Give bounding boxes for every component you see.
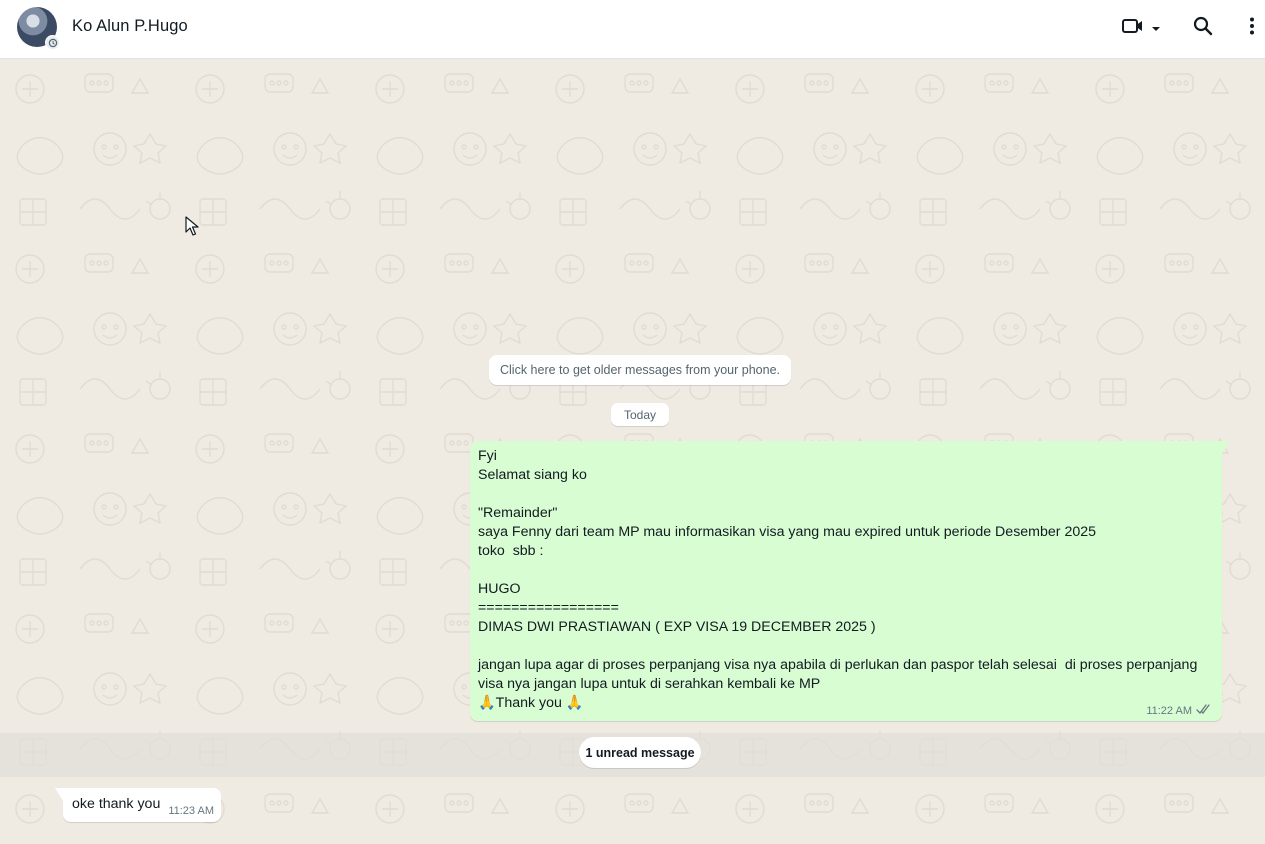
- message-line: Selamat siang ko: [478, 467, 587, 483]
- incoming-message-bubble[interactable]: oke thank you 11:23 AM: [55, 788, 221, 822]
- message-meta: 11:22 AM: [1146, 704, 1212, 717]
- load-older-messages-button[interactable]: Click here to get older messages from yo…: [489, 355, 791, 385]
- video-call-button[interactable]: [1117, 14, 1165, 42]
- message-line: Fyi: [478, 448, 497, 464]
- message-line: =================: [478, 600, 619, 616]
- message-line: toko sbb :: [478, 543, 544, 559]
- message-text: oke thank you: [72, 796, 161, 812]
- outgoing-message-bubble[interactable]: Fyi Selamat siang ko "Remainder" saya Fe…: [470, 441, 1230, 721]
- chat-header: Ko Alun P.Hugo: [0, 0, 1265, 59]
- more-vertical-icon: [1249, 17, 1255, 40]
- bubble-tail-icon: [55, 788, 63, 801]
- message-line: visa nya jangan lupa untuk di serahkan k…: [478, 676, 821, 692]
- status-badge-icon: [45, 35, 60, 50]
- contact-name[interactable]: Ko Alun P.Hugo: [72, 17, 188, 36]
- message-line: [478, 485, 1214, 504]
- bubble-tail-icon: [1222, 441, 1230, 454]
- read-ticks-icon: [1196, 704, 1212, 717]
- contact-avatar[interactable]: [17, 7, 60, 50]
- message-line: HUGO: [478, 581, 521, 597]
- message-line: jangan lupa agar di proses perpanjang vi…: [478, 657, 1198, 673]
- chat-panel[interactable]: Click here to get older messages from yo…: [0, 59, 1265, 844]
- search-button[interactable]: [1189, 14, 1217, 42]
- video-call-icon: [1121, 17, 1145, 40]
- chevron-down-icon: [1151, 19, 1161, 37]
- message-time: 11:23 AM: [168, 805, 214, 817]
- message-text: Fyi Selamat siang ko "Remainder" saya Fe…: [478, 447, 1214, 713]
- unread-message-label: 1 unread message: [579, 737, 701, 768]
- message-line: 🙏Thank you 🙏: [478, 695, 584, 711]
- message-line: [478, 561, 1214, 580]
- message-line: [478, 637, 1214, 656]
- search-icon: [1193, 16, 1213, 41]
- message-line: saya Fenny dari team MP mau informasikan…: [478, 524, 1097, 540]
- mouse-cursor-icon: [185, 216, 199, 236]
- menu-button[interactable]: [1242, 14, 1262, 42]
- date-divider: Today: [611, 403, 669, 426]
- message-time: 11:22 AM: [1146, 704, 1192, 717]
- message-line: DIMAS DWI PRASTIAWAN ( EXP VISA 19 DECEM…: [478, 619, 876, 635]
- message-line: "Remainder": [478, 505, 558, 521]
